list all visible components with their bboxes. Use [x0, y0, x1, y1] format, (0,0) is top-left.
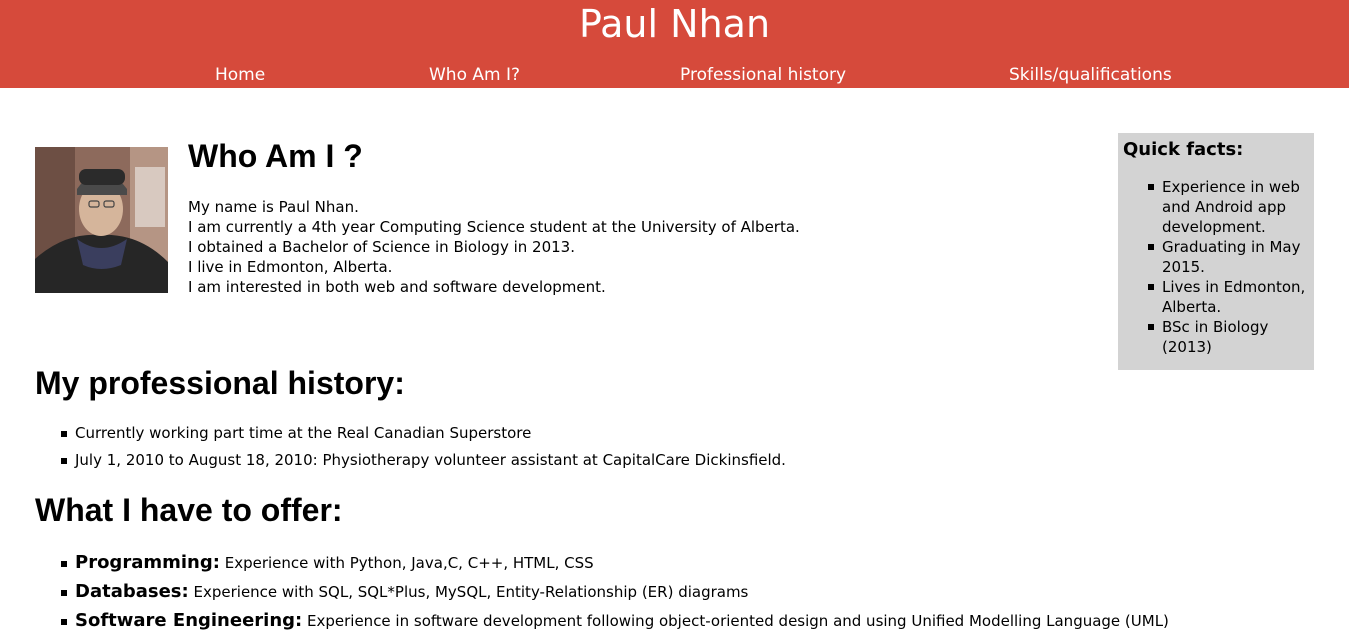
site-header: Paul Nhan Home Who Am I? Professional hi… — [0, 0, 1349, 88]
quick-fact-item: BSc in Biology (2013) — [1148, 317, 1307, 357]
offer-item: Programming: Experience with Python, Jav… — [61, 550, 1169, 576]
offer-item: Databases: Experience with SQL, SQL*Plus… — [61, 579, 1169, 605]
offer-term: Databases: — [75, 581, 189, 602]
quick-fact-item: Lives in Edmonton, Alberta. — [1148, 278, 1306, 316]
quick-fact-item: Graduating in May 2015. — [1148, 237, 1307, 277]
offer-list: Programming: Experience with Python, Jav… — [61, 550, 1169, 637]
intro-line: I am interested in both web and software… — [188, 278, 606, 296]
quick-facts-list: Experience in web and Android app develo… — [1148, 177, 1307, 357]
intro-line: I obtained a Bachelor of Science in Biol… — [188, 238, 575, 256]
offer-term: Programming: — [75, 552, 220, 573]
offer-term: Software Engineering: — [75, 610, 303, 631]
history-item: Currently working part time at the Real … — [61, 423, 786, 443]
who-am-i-heading: Who Am I ? — [188, 138, 363, 174]
quick-facts-title: Quick facts: — [1123, 139, 1244, 160]
intro-line: My name is Paul Nhan. — [188, 198, 359, 216]
professional-history-heading: My professional history: — [35, 365, 405, 401]
intro-line: I am currently a 4th year Computing Scie… — [188, 218, 800, 236]
site-title: Paul Nhan — [578, 2, 771, 46]
offer-text: Experience in software development follo… — [307, 612, 1169, 630]
professional-history-list: Currently working part time at the Real … — [61, 423, 786, 477]
nav-home-link[interactable]: Home — [215, 63, 265, 87]
intro-line: I live in Edmonton, Alberta. — [188, 258, 393, 276]
profile-photo — [35, 147, 168, 293]
nav-skills-link[interactable]: Skills/qualifications — [1009, 63, 1172, 87]
nav-professional-history-link[interactable]: Professional history — [680, 63, 846, 87]
offer-text: Experience with SQL, SQL*Plus, MySQL, En… — [193, 583, 749, 601]
history-item: July 1, 2010 to August 18, 2010: Physiot… — [61, 451, 786, 469]
quick-fact-item: Experience in web and Android app develo… — [1148, 177, 1307, 237]
offer-text: Experience with Python, Java,C, C++, HTM… — [224, 554, 594, 572]
offer-item: Software Engineering: Experience in soft… — [61, 608, 1169, 634]
intro-text: My name is Paul Nhan. I am currently a 4… — [188, 197, 800, 297]
offer-heading: What I have to offer: — [35, 492, 343, 528]
quick-facts-box: Quick facts: Experience in web and Andro… — [1118, 133, 1314, 370]
nav-who-am-i-link[interactable]: Who Am I? — [429, 63, 520, 87]
